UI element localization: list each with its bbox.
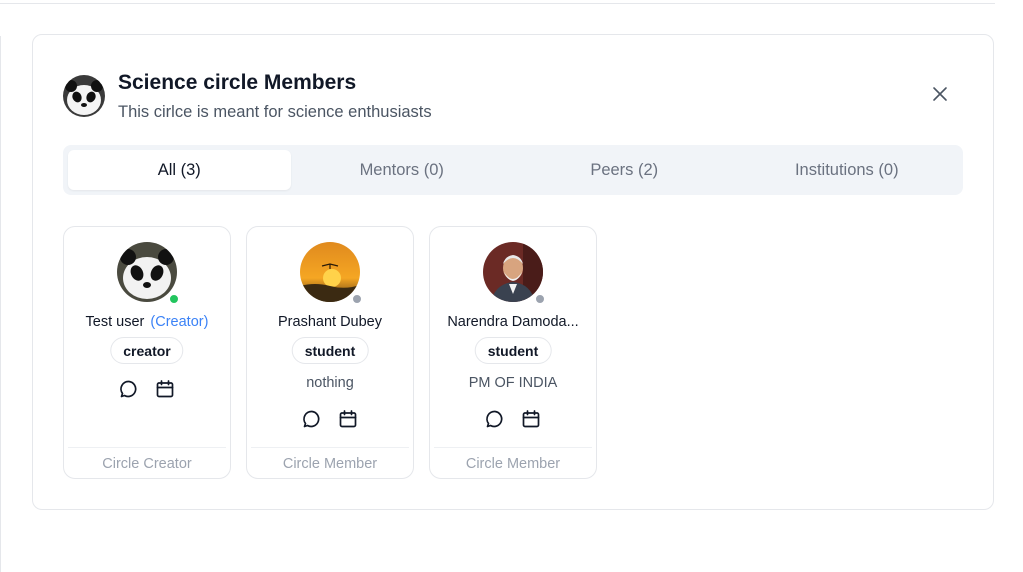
member-filter-tabs: All (3) Mentors (0) Peers (2) Institutio… bbox=[63, 145, 963, 195]
dialog-subtitle: This cirlce is meant for science enthusi… bbox=[118, 103, 432, 121]
calendar-icon[interactable] bbox=[521, 409, 541, 429]
chat-bubble-icon[interactable] bbox=[302, 409, 322, 429]
member-name: Narendra Damoda... bbox=[447, 314, 579, 330]
avatar[interactable] bbox=[300, 242, 360, 302]
member-name-row: Test user (Creator) bbox=[64, 314, 230, 330]
tab-mentors[interactable]: Mentors (0) bbox=[291, 150, 514, 190]
left-divider bbox=[0, 36, 1, 572]
card-footer: Circle Member bbox=[251, 447, 409, 479]
avatar[interactable] bbox=[483, 242, 543, 302]
calendar-icon[interactable] bbox=[155, 379, 175, 399]
member-actions bbox=[430, 409, 596, 429]
member-card[interactable]: Test user (Creator) creator Circle Creat… bbox=[63, 226, 231, 479]
status-online-dot bbox=[168, 293, 180, 305]
chat-bubble-icon[interactable] bbox=[119, 379, 139, 399]
role-badge: student bbox=[291, 337, 369, 364]
card-footer: Circle Member bbox=[434, 447, 592, 479]
member-bio: PM OF INDIA bbox=[468, 375, 558, 391]
dialog-title: Science circle Members bbox=[118, 71, 357, 94]
creator-tag: (Creator) bbox=[150, 314, 209, 330]
chat-bubble-icon[interactable] bbox=[485, 409, 505, 429]
members-dialog: Science circle Members This cirlce is me… bbox=[32, 34, 994, 510]
top-divider bbox=[0, 3, 995, 4]
card-footer: Circle Creator bbox=[68, 447, 226, 479]
status-offline-dot bbox=[534, 293, 546, 305]
status-offline-dot bbox=[351, 293, 363, 305]
circle-avatar bbox=[63, 75, 105, 117]
role-badge: creator bbox=[110, 337, 184, 364]
calendar-icon[interactable] bbox=[338, 409, 358, 429]
member-actions bbox=[247, 409, 413, 429]
member-card[interactable]: Prashant Dubey student nothing Circle Me… bbox=[246, 226, 414, 479]
member-name: Prashant Dubey bbox=[278, 314, 382, 330]
tab-all[interactable]: All (3) bbox=[68, 150, 291, 190]
tab-peers[interactable]: Peers (2) bbox=[513, 150, 736, 190]
member-bio: nothing bbox=[306, 375, 354, 391]
member-name: Test user bbox=[85, 314, 145, 330]
role-badge: student bbox=[474, 337, 552, 364]
avatar[interactable] bbox=[117, 242, 177, 302]
member-card[interactable]: Narendra Damoda... student PM OF INDIA C… bbox=[429, 226, 597, 479]
close-button[interactable] bbox=[929, 83, 951, 105]
member-actions bbox=[64, 379, 230, 399]
tab-institutions[interactable]: Institutions (0) bbox=[736, 150, 959, 190]
close-icon bbox=[933, 87, 947, 101]
